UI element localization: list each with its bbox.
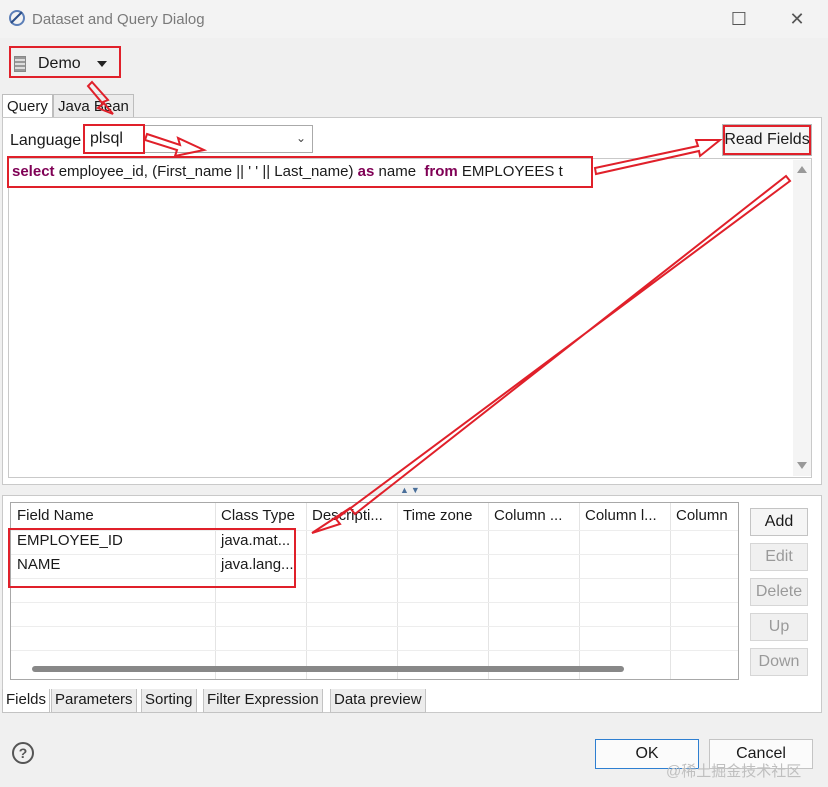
annotation-arrow-read-fields bbox=[593, 139, 723, 176]
annotation-arrows bbox=[86, 80, 792, 534]
annotation-arrow-fields bbox=[311, 174, 792, 534]
annotation-arrow-datasource bbox=[86, 80, 114, 115]
annotation-arrow-language bbox=[143, 132, 208, 158]
